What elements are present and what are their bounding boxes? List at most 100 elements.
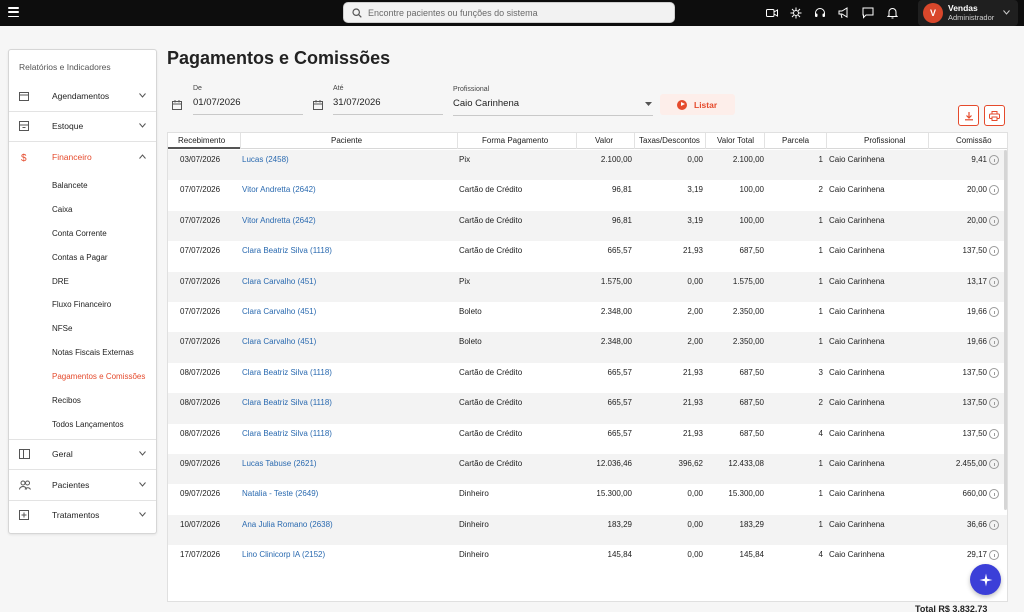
cell-forma-pagamento: Cartão de Crédito	[459, 458, 523, 468]
sidebar-item-todos-lancamentos[interactable]: Todos Lançamentos	[52, 420, 124, 429]
cell-valor: 1.575,00	[600, 276, 632, 286]
professional-value[interactable]: Caio Carinhena	[453, 98, 519, 109]
sidebar-item-fluxo-financeiro[interactable]: Fluxo Financeiro	[52, 300, 111, 309]
sidebar-group-pacientes[interactable]: Pacientes	[9, 470, 156, 500]
bell-icon[interactable]	[880, 5, 904, 21]
sidebar-item-caixa[interactable]: Caixa	[52, 205, 72, 214]
cell-valor-total: 100,00	[739, 215, 764, 225]
cell-comissao: 137,50	[962, 428, 987, 438]
print-button[interactable]	[984, 105, 1005, 126]
sidebar-item-pagamentos-comissoes[interactable]: Pagamentos e Comissões	[52, 372, 145, 381]
cell-paciente[interactable]: Clara Carvalho (451)	[242, 332, 457, 352]
column-header-taxas[interactable]: Taxas/Descontos	[639, 133, 705, 149]
info-icon[interactable]	[989, 155, 999, 165]
sidebar-item-contas-a-pagar[interactable]: Contas a Pagar	[52, 253, 108, 262]
sidebar-group-geral[interactable]: Geral	[9, 439, 156, 469]
cell-valor-total: 687,50	[739, 246, 764, 256]
cell-paciente[interactable]: Lucas (2458)	[242, 150, 457, 170]
chat-icon[interactable]	[856, 5, 880, 21]
column-header-valor[interactable]: Valor	[595, 133, 635, 149]
sidebar-item-recibos[interactable]: Recibos	[52, 396, 81, 405]
sidebar-item-dre[interactable]: DRE	[52, 277, 69, 286]
date-from-value[interactable]: 01/07/2026	[193, 97, 241, 108]
cell-paciente[interactable]: Clara Beatriz Silva (1118)	[242, 241, 457, 261]
table-row: 08/07/2026 Clara Beatriz Silva (1118) Cart…	[168, 363, 1007, 393]
cell-comissao: 137,50	[962, 398, 987, 408]
cell-paciente[interactable]: Natalia - Teste (2649)	[242, 484, 457, 504]
info-icon[interactable]	[989, 337, 999, 348]
cell-valor-total: 183,29	[739, 519, 764, 529]
headset-icon[interactable]	[808, 5, 832, 21]
sidebar-group-agendamentos[interactable]: Agendamentos	[9, 81, 156, 111]
cell-forma-pagamento: Cartão de Crédito	[459, 215, 523, 225]
hamburger-menu-icon[interactable]	[8, 7, 19, 17]
sidebar-group-tratamentos[interactable]: Tratamentos	[9, 500, 156, 530]
cell-profissional: Caio Carinhena	[829, 306, 885, 316]
date-from-field[interactable]: De 01/07/2026	[193, 85, 303, 116]
info-icon[interactable]	[989, 489, 999, 500]
info-icon[interactable]	[989, 215, 999, 226]
sidebar-group-financeiro[interactable]: $ Financeiro	[9, 142, 156, 172]
user-name: Vendas	[948, 3, 978, 13]
cell-paciente[interactable]: Clara Beatriz Silva (1118)	[242, 363, 457, 383]
user-menu[interactable]: V Vendas Administrador	[918, 0, 1018, 26]
info-icon[interactable]	[989, 306, 999, 317]
sidebar-item-balancete[interactable]: Balancete	[52, 181, 88, 190]
cell-paciente[interactable]: Clara Beatriz Silva (1118)	[242, 424, 457, 444]
cell-taxas: 2,00	[687, 337, 703, 347]
cell-comissao: 137,50	[962, 367, 987, 377]
announcement-icon[interactable]	[832, 5, 856, 21]
column-header-valor-total[interactable]: Valor Total	[717, 133, 767, 149]
info-icon[interactable]	[989, 246, 999, 257]
sidebar-item-nfse[interactable]: NFSe	[52, 324, 72, 333]
sidebar-item-conta-corrente[interactable]: Conta Corrente	[52, 229, 107, 238]
search-input[interactable]	[368, 7, 648, 18]
info-icon[interactable]	[989, 276, 999, 287]
cell-parcela: 1	[818, 337, 823, 347]
date-to-field[interactable]: Até 31/07/2026	[333, 85, 443, 116]
cell-valor: 145,84	[607, 550, 632, 560]
info-icon[interactable]	[989, 185, 999, 196]
video-icon[interactable]	[760, 5, 784, 21]
cell-taxas: 21,93	[682, 428, 703, 438]
cell-paciente[interactable]: Vitor Andretta (2642)	[242, 180, 457, 200]
calendar-icon[interactable]	[313, 100, 323, 110]
cell-paciente[interactable]: Ana Julia Romano (2638)	[242, 515, 457, 535]
cell-valor-total: 1.575,00	[732, 276, 764, 286]
sidebar-group-estoque[interactable]: Estoque	[9, 111, 156, 141]
column-header-parcela[interactable]: Parcela	[782, 133, 822, 149]
search-bar[interactable]	[343, 2, 675, 23]
scrollbar[interactable]	[1004, 150, 1007, 510]
cell-comissao: 29,17	[966, 550, 987, 560]
date-to-value[interactable]: 31/07/2026	[333, 97, 381, 108]
listar-button[interactable]: Listar	[660, 94, 735, 115]
table-row: 10/07/2026 Ana Julia Romano (2638) Dinheir…	[168, 514, 1007, 546]
cell-paciente[interactable]: Lucas Tabuse (2621)	[242, 454, 457, 474]
download-button[interactable]	[958, 105, 979, 126]
cell-paciente[interactable]: Lino Clinicorp IA (2152)	[242, 545, 457, 565]
cell-paciente[interactable]: Clara Carvalho (451)	[242, 272, 457, 292]
cell-forma-pagamento: Cartão de Crédito	[459, 246, 523, 256]
cell-profissional: Caio Carinhena	[829, 185, 885, 195]
page-title: Pagamentos e Comissões	[167, 48, 391, 68]
column-header-paciente[interactable]: Paciente	[331, 133, 411, 149]
info-icon[interactable]	[989, 550, 999, 561]
cell-paciente[interactable]: Clara Beatriz Silva (1118)	[242, 393, 457, 413]
cell-profissional: Caio Carinhena	[829, 155, 885, 164]
info-icon[interactable]	[989, 398, 999, 409]
info-icon[interactable]	[989, 519, 999, 530]
cell-paciente[interactable]: Vitor Andretta (2642)	[242, 211, 457, 231]
info-icon[interactable]	[989, 367, 999, 378]
column-header-profissional[interactable]: Profissional	[864, 133, 924, 149]
cell-paciente[interactable]: Clara Carvalho (451)	[242, 302, 457, 322]
assistant-fab-button[interactable]	[970, 564, 1001, 595]
info-icon[interactable]	[989, 458, 999, 469]
column-header-forma-pagamento[interactable]: Forma Pagamento	[482, 133, 572, 149]
sidebar-item-notas-fiscais-externas[interactable]: Notas Fiscais Externas	[52, 348, 134, 357]
calendar-icon[interactable]	[172, 100, 182, 110]
professional-select[interactable]: Profissional Caio Carinhena	[453, 86, 653, 117]
column-header-comissao[interactable]: Comissão	[956, 133, 1000, 149]
bug-icon[interactable]	[784, 5, 808, 21]
info-icon[interactable]	[989, 428, 999, 439]
calendar-icon	[19, 92, 29, 101]
